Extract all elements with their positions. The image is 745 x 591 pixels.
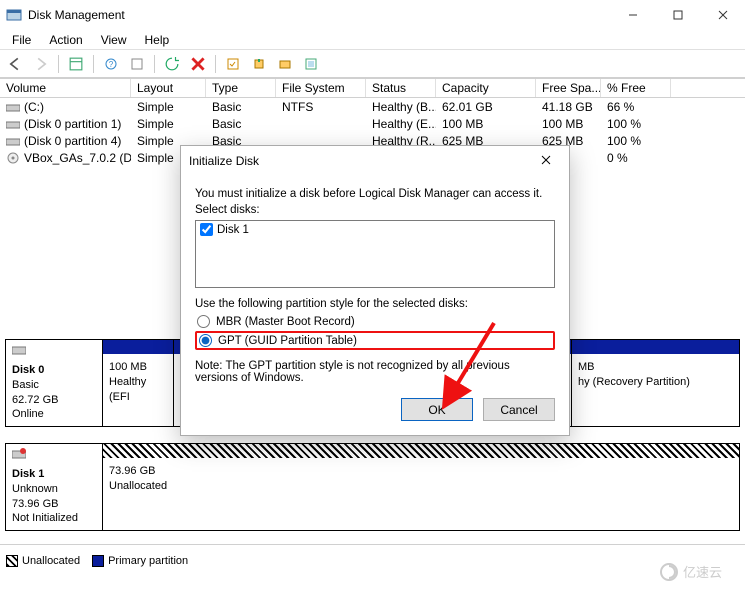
col-volume[interactable]: Volume: [0, 79, 131, 97]
disk-label: Disk 1: [12, 467, 96, 482]
svg-text:?: ?: [109, 60, 114, 69]
mbr-radio[interactable]: [197, 315, 210, 328]
divider: [0, 544, 745, 545]
menu-view[interactable]: View: [93, 31, 135, 49]
disk1-checkbox[interactable]: [200, 223, 213, 236]
dialog-titlebar: Initialize Disk: [181, 146, 569, 176]
action1-icon[interactable]: [222, 53, 244, 75]
mbr-label: MBR (Master Boot Record): [216, 316, 355, 328]
menu-bar: File Action View Help: [0, 30, 745, 50]
svg-text:亿速云: 亿速云: [683, 565, 722, 580]
action3-icon[interactable]: [274, 53, 296, 75]
volume-row[interactable]: (C:) Simple Basic NTFS Healthy (B... 62.…: [0, 98, 745, 115]
drive-icon: [6, 135, 20, 147]
back-button[interactable]: [4, 53, 26, 75]
volume-name: (Disk 0 partition 1): [24, 117, 121, 131]
col-freespace[interactable]: Free Spa...: [536, 79, 601, 97]
title-bar: Disk Management: [0, 0, 745, 30]
cancel-button[interactable]: Cancel: [483, 398, 555, 421]
drive-icon: [6, 101, 20, 113]
action2-icon[interactable]: [248, 53, 270, 75]
partition[interactable]: MBhy (Recovery Partition): [571, 340, 739, 426]
initialize-disk-dialog: Initialize Disk You must initialize a di…: [180, 145, 570, 436]
col-capacity[interactable]: Capacity: [436, 79, 536, 97]
maximize-button[interactable]: [655, 0, 700, 30]
properties-icon[interactable]: [126, 53, 148, 75]
app-icon: [6, 7, 22, 23]
col-type[interactable]: Type: [206, 79, 276, 97]
disk1-label: Disk 1: [217, 224, 249, 236]
forward-button[interactable]: [30, 53, 52, 75]
mbr-option[interactable]: MBR (Master Boot Record): [195, 314, 555, 329]
disk-select-list[interactable]: Disk 1: [195, 220, 555, 288]
disc-icon: [6, 152, 20, 164]
partition-style-label: Use the following partition style for th…: [195, 298, 555, 310]
col-pctfree[interactable]: % Free: [601, 79, 671, 97]
minimize-button[interactable]: [610, 0, 655, 30]
action4-icon[interactable]: [300, 53, 322, 75]
view-icon[interactable]: [65, 53, 87, 75]
select-disks-label: Select disks:: [195, 204, 555, 216]
dialog-title: Initialize Disk: [189, 154, 531, 168]
disk-unknown-icon: [12, 448, 26, 460]
gpt-option[interactable]: GPT (GUID Partition Table): [195, 331, 555, 350]
volume-list-header: Volume Layout Type File System Status Ca…: [0, 78, 745, 98]
col-status[interactable]: Status: [366, 79, 436, 97]
volume-name: (Disk 0 partition 4): [24, 134, 121, 148]
gpt-radio[interactable]: [199, 334, 212, 347]
disk-info: Disk 0 Basic 62.72 GB Online: [5, 339, 102, 427]
ok-button[interactable]: OK: [401, 398, 473, 421]
disk-row[interactable]: Disk 1 Unknown 73.96 GB Not Initialized …: [5, 443, 740, 531]
dialog-close-button[interactable]: [531, 154, 561, 168]
menu-help[interactable]: Help: [137, 31, 178, 49]
legend: Unallocated Primary partition: [6, 555, 188, 567]
window-title: Disk Management: [28, 8, 610, 22]
drive-icon: [6, 118, 20, 130]
legend-unallocated-swatch: [6, 555, 18, 567]
legend-unallocated-label: Unallocated: [22, 555, 80, 567]
partition-unallocated[interactable]: 73.96 GBUnallocated: [103, 444, 739, 530]
col-layout[interactable]: Layout: [131, 79, 206, 97]
disk-info: Disk 1 Unknown 73.96 GB Not Initialized: [5, 443, 102, 531]
disk-partitions: 73.96 GBUnallocated: [102, 443, 740, 531]
refresh-icon[interactable]: [161, 53, 183, 75]
disk-icon: [12, 344, 26, 356]
toolbar: ?: [0, 50, 745, 78]
volume-name: (C:): [24, 100, 44, 114]
gpt-label: GPT (GUID Partition Table): [218, 335, 357, 347]
dialog-intro: You must initialize a disk before Logica…: [195, 188, 555, 200]
help-icon[interactable]: ?: [100, 53, 122, 75]
delete-icon[interactable]: [187, 53, 209, 75]
col-filesystem[interactable]: File System: [276, 79, 366, 97]
disk-checkbox-row[interactable]: Disk 1: [200, 223, 550, 236]
disk-label: Disk 0: [12, 363, 96, 378]
close-button[interactable]: [700, 0, 745, 30]
watermark: 亿速云: [659, 560, 731, 587]
menu-file[interactable]: File: [4, 31, 39, 49]
partition[interactable]: 100 MBHealthy (EFI: [103, 340, 173, 426]
legend-primary-label: Primary partition: [108, 555, 188, 567]
menu-action[interactable]: Action: [41, 31, 90, 49]
gpt-note: Note: The GPT partition style is not rec…: [195, 360, 555, 384]
volume-row[interactable]: (Disk 0 partition 1) Simple Basic Health…: [0, 115, 745, 132]
volume-name: VBox_GAs_7.0.2 (D:): [24, 151, 131, 165]
legend-primary-swatch: [92, 555, 104, 567]
